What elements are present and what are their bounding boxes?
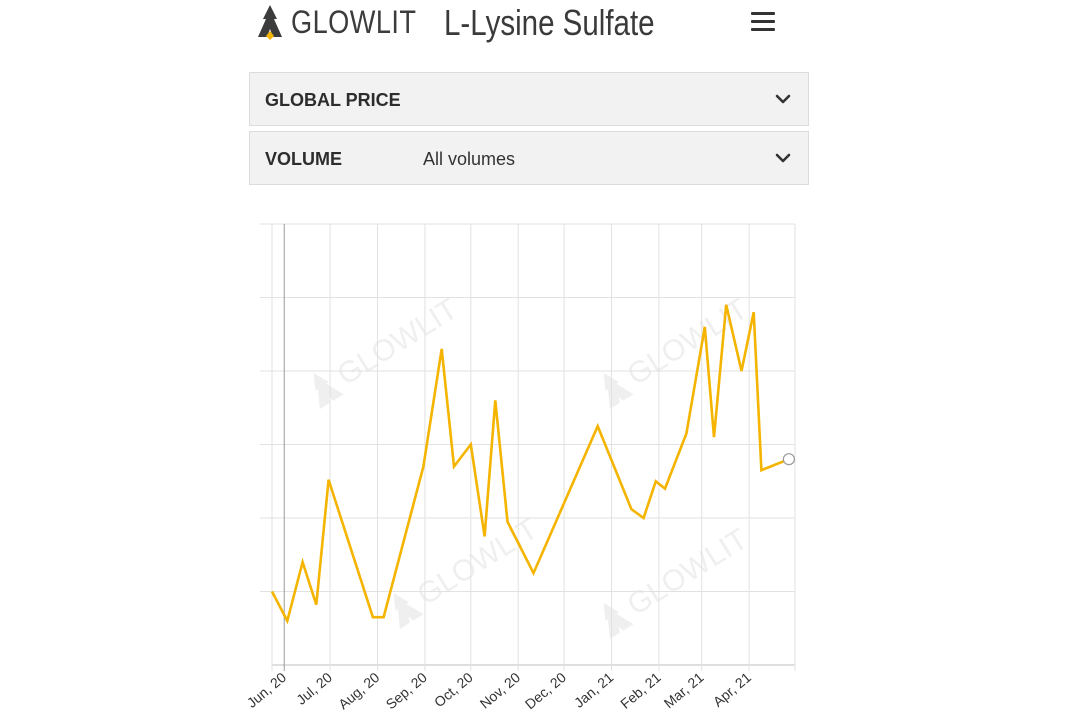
data-point[interactable] (724, 303, 728, 307)
watermark-text: GLOWLIT (622, 522, 754, 622)
glowlit-logo-icon (258, 5, 282, 40)
data-point[interactable] (684, 431, 688, 435)
data-point[interactable] (469, 443, 473, 447)
x-tick-label: Nov, 20 (477, 669, 524, 712)
data-point[interactable] (314, 603, 318, 607)
volume-value: All volumes (423, 149, 516, 169)
x-tick-label: Dec, 20 (522, 669, 569, 712)
chevron-down-icon[interactable] (775, 93, 791, 105)
x-tick-label: Jul, 20 (293, 669, 335, 708)
data-point[interactable] (452, 465, 456, 469)
header: GLOWLIT L-Lysine Sulfate (248, 0, 808, 60)
data-point[interactable] (421, 465, 425, 469)
x-tick-label: Feb, 21 (617, 669, 664, 712)
data-point[interactable] (759, 468, 763, 472)
data-point[interactable] (285, 619, 289, 623)
data-point[interactable] (654, 479, 658, 483)
data-point[interactable] (642, 516, 646, 520)
data-point[interactable] (596, 424, 600, 428)
x-tick-label: Apr, 21 (710, 669, 754, 710)
x-tick-label: Jan, 21 (571, 669, 617, 711)
global-price-dropdown[interactable]: GLOBAL PRICE (249, 72, 809, 126)
data-point[interactable] (629, 507, 633, 511)
data-point[interactable] (270, 590, 274, 594)
data-point[interactable] (506, 520, 510, 524)
x-tick-label: Sep, 20 (383, 669, 430, 712)
x-tick-label: Jun, 20 (244, 669, 290, 711)
hamburger-menu-icon[interactable] (751, 10, 777, 32)
data-point[interactable] (532, 571, 536, 575)
watermark: GLOWLIT (603, 292, 754, 410)
data-point[interactable] (440, 347, 444, 351)
watermark: GLOWLIT (603, 522, 754, 640)
volume-label: VOLUME (265, 149, 343, 169)
price-line-chart[interactable]: GLOWLIT GLOWLIT GLOWLIT GLOWLIT Jun, 20 Jul,… (240, 200, 820, 720)
watermark: GLOWLIT (313, 292, 464, 410)
data-point[interactable] (371, 615, 375, 619)
data-point[interactable] (663, 487, 667, 491)
page-title: L-Lysine Sulfate (444, 2, 655, 43)
data-point[interactable] (739, 369, 743, 373)
data-point[interactable] (752, 310, 756, 314)
data-point[interactable] (703, 325, 707, 329)
watermark-text: GLOWLIT (412, 512, 544, 612)
x-tick-label: Mar, 21 (661, 669, 707, 711)
volume-dropdown[interactable]: VOLUME All volumes (249, 131, 809, 185)
x-tick-label: Oct, 20 (431, 669, 476, 710)
brand-name: GLOWLIT (291, 3, 417, 40)
chart-series (270, 303, 795, 625)
data-point[interactable] (712, 435, 716, 439)
last-data-point[interactable] (782, 453, 795, 466)
chevron-down-icon[interactable] (775, 152, 791, 164)
watermark-layer: GLOWLIT GLOWLIT GLOWLIT GLOWLIT (313, 292, 754, 640)
x-tick-label: Aug, 20 (335, 669, 382, 712)
chart-grid (260, 223, 796, 671)
data-point[interactable] (382, 615, 386, 619)
data-point[interactable] (327, 478, 331, 482)
brand-logo[interactable]: GLOWLIT (256, 2, 439, 42)
data-point[interactable] (301, 560, 305, 564)
global-price-label: GLOBAL PRICE (265, 90, 401, 110)
data-point[interactable] (493, 398, 497, 402)
data-point[interactable] (483, 534, 487, 538)
x-axis-ticks: Jun, 20 Jul, 20 Aug, 20 Sep, 20 Oct, 20 Nov, … (244, 669, 755, 712)
